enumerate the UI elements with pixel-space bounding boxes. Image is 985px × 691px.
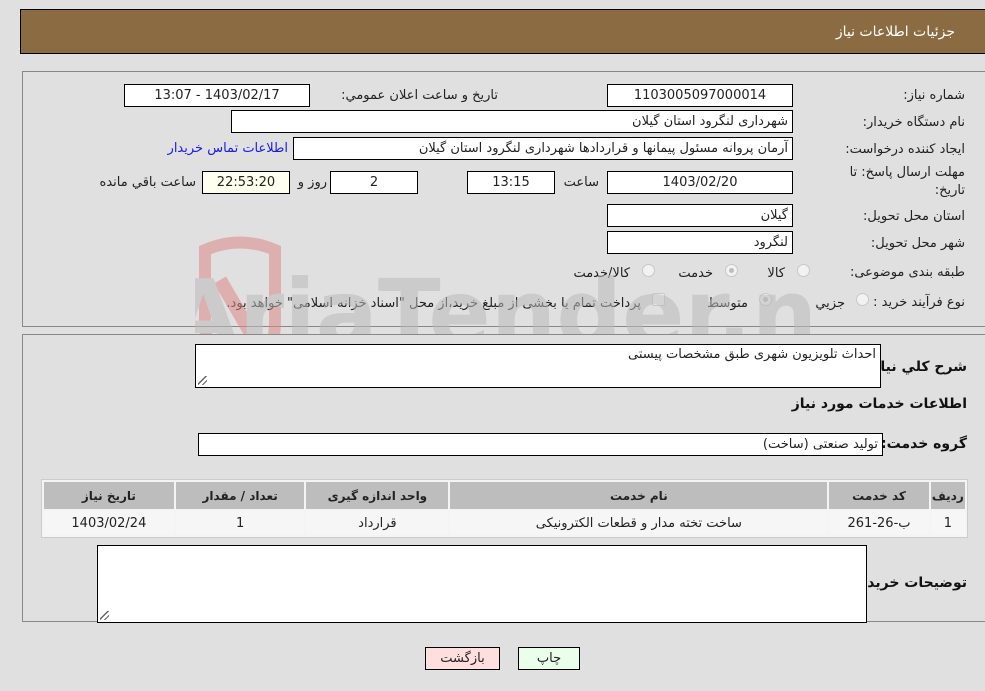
cell-unit: قرارداد — [306, 511, 449, 535]
table-header-row: ردیف کد خدمت نام خدمت واحد اندازه گیری ت… — [44, 482, 965, 509]
time-remaining-field[interactable]: 22:53:20 — [202, 171, 290, 194]
province-field[interactable]: گیلان — [607, 204, 793, 227]
page-header: جزئیات اطلاعات نیاز — [20, 9, 985, 54]
treasury-checkbox-label: پرداخت تمام یا بخشی از مبلغ خرید،از محل … — [226, 296, 641, 311]
cell-service-code: ب-26-261 — [829, 511, 929, 535]
days-label: روز و — [297, 175, 327, 190]
deadline-label-line1: مهلت ارسال پاسخ: تا — [849, 165, 965, 180]
buyer-contact-link[interactable]: اطلاعات تماس خریدار — [168, 141, 288, 156]
need-details-panel: شرح کلي نياز: احداث تلویزیون شهری طبق مش… — [22, 334, 985, 623]
back-button[interactable]: بازگشت — [425, 647, 500, 670]
cell-service-name: ساخت تخته مدار و قطعات الکترونیکی — [450, 511, 828, 535]
buyer-org-field[interactable]: شهرداری لنگرود استان گیلان — [231, 110, 793, 133]
category-radio-goods[interactable] — [797, 264, 810, 277]
cell-need-date: 1403/02/24 — [44, 511, 174, 535]
process-option-medium: متوسط — [707, 296, 748, 311]
description-label: شرح کلي نياز: — [866, 359, 967, 375]
days-remaining-field[interactable]: 2 — [330, 171, 418, 194]
category-radio-service[interactable] — [725, 264, 738, 277]
service-group-label: گروه خدمت: — [881, 436, 967, 452]
announce-field[interactable]: 1403/02/17 - 13:07 — [124, 84, 310, 107]
col-header-service-code: کد خدمت — [829, 482, 929, 509]
table-row[interactable]: 1 ب-26-261 ساخت تخته مدار و قطعات الکترو… — [44, 511, 965, 535]
deadline-label-line2: تاریخ: — [934, 183, 965, 198]
buyer-org-label: نام دستگاه خریدار: — [862, 115, 965, 130]
service-group-field[interactable]: تولید صنعتی (ساخت) — [198, 433, 883, 456]
resize-grip-icon[interactable] — [198, 376, 207, 385]
page-title: جزئیات اطلاعات نیاز — [835, 23, 955, 40]
treasury-checkbox[interactable] — [652, 293, 665, 306]
description-textarea[interactable]: احداث تلویزیون شهری طبق مشخصات پیستی — [195, 344, 881, 388]
description-text: احداث تلویزیون شهری طبق مشخصات پیستی — [628, 347, 876, 362]
category-label: طبقه بندی موضوعی: — [849, 265, 965, 280]
col-header-quantity: تعداد / مقدار — [175, 482, 305, 509]
buyer-notes-textarea[interactable] — [97, 545, 867, 623]
process-label: نوع فرآیند خرید : — [873, 295, 965, 310]
process-radio-medium[interactable] — [759, 293, 772, 306]
cell-row-number: 1 — [930, 511, 965, 535]
process-radio-minor[interactable] — [856, 293, 869, 306]
requester-field[interactable]: آرمان پروانه مسئول پیمانها و قراردادها ش… — [293, 137, 793, 160]
province-label: استان محل تحویل: — [863, 209, 965, 224]
category-option-service: خدمت — [678, 266, 713, 281]
cell-quantity: 1 — [175, 511, 305, 535]
city-label: شهر محل تحویل: — [870, 236, 965, 251]
deadline-time-field[interactable]: 13:15 — [467, 171, 555, 194]
col-header-service-name: نام خدمت — [450, 482, 828, 509]
print-button[interactable]: چاپ — [518, 647, 580, 670]
process-option-minor: جزيي — [815, 296, 845, 311]
services-table: ردیف کد خدمت نام خدمت واحد اندازه گیری ت… — [41, 479, 968, 538]
time-remaining-label: ساعت باقي مانده — [99, 175, 196, 190]
category-option-goods: کالا — [767, 266, 785, 281]
resize-grip-icon[interactable] — [100, 611, 109, 620]
category-radio-goods-service[interactable] — [642, 264, 655, 277]
category-option-goods-service: کالا/خدمت — [573, 266, 630, 281]
need-number-field[interactable]: 1103005097000014 — [607, 84, 793, 107]
col-header-unit: واحد اندازه گیری — [306, 482, 449, 509]
city-field[interactable]: لنگرود — [607, 231, 793, 254]
deadline-date-field[interactable]: 1403/02/20 — [607, 171, 793, 194]
services-heading: اطلاعات خدمات مورد نیاز — [791, 396, 967, 412]
col-header-need-date: تاریخ نیاز — [44, 482, 174, 509]
requester-label: ایجاد کننده درخواست: — [845, 142, 965, 157]
col-header-row-number: ردیف — [930, 482, 965, 509]
need-info-panel: شماره نیاز: 1103005097000014 تاریخ و ساع… — [22, 71, 985, 327]
need-number-label: شماره نیاز: — [903, 88, 965, 103]
deadline-time-label: ساعت — [563, 175, 599, 190]
announce-label: تاریخ و ساعت اعلان عمومي: — [341, 88, 498, 103]
